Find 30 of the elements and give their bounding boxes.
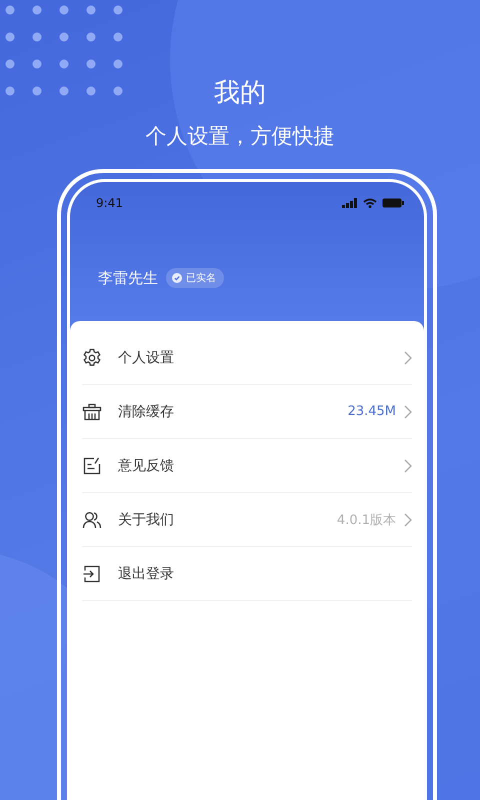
menu-label: 清除缓存	[118, 402, 175, 420]
menu-item[interactable]: 清除缓存 23.45M	[82, 385, 412, 439]
menu-item[interactable]: 退出登录	[82, 547, 412, 601]
chevron-icon	[404, 458, 412, 472]
wifi-icon	[363, 198, 377, 208]
basket-icon	[82, 402, 102, 422]
battery-icon	[382, 198, 404, 208]
menu-label: 关于我们	[118, 510, 175, 528]
status-time: 9:41	[96, 196, 123, 210]
menu-value: 23.45M	[348, 404, 396, 419]
settings-icon	[82, 348, 102, 368]
menu-item[interactable]: 关于我们 4.0.1版本	[82, 493, 412, 547]
chevron-icon	[404, 350, 412, 364]
menu-label: 退出登录	[118, 564, 175, 582]
chevron-icon	[404, 512, 412, 526]
users-icon	[82, 510, 102, 530]
menu-label: 意见反馈	[118, 456, 175, 474]
menu-label: 个人设置	[118, 348, 175, 366]
logout-icon	[82, 564, 102, 584]
menu-value: 4.0.1版本	[336, 512, 396, 528]
verified-label: 已实名	[186, 272, 216, 285]
edit-note-icon	[82, 456, 102, 476]
check-icon	[172, 273, 182, 283]
page-subtitle: 个人设置，方便快捷	[146, 123, 334, 150]
signal-icon	[342, 198, 358, 208]
page-title: 我的	[214, 77, 266, 110]
user-name: 李雷先生	[98, 268, 158, 288]
chevron-icon	[404, 404, 412, 418]
menu-item[interactable]: 意见反馈	[82, 439, 412, 493]
menu-item[interactable]: 个人设置	[82, 331, 412, 385]
